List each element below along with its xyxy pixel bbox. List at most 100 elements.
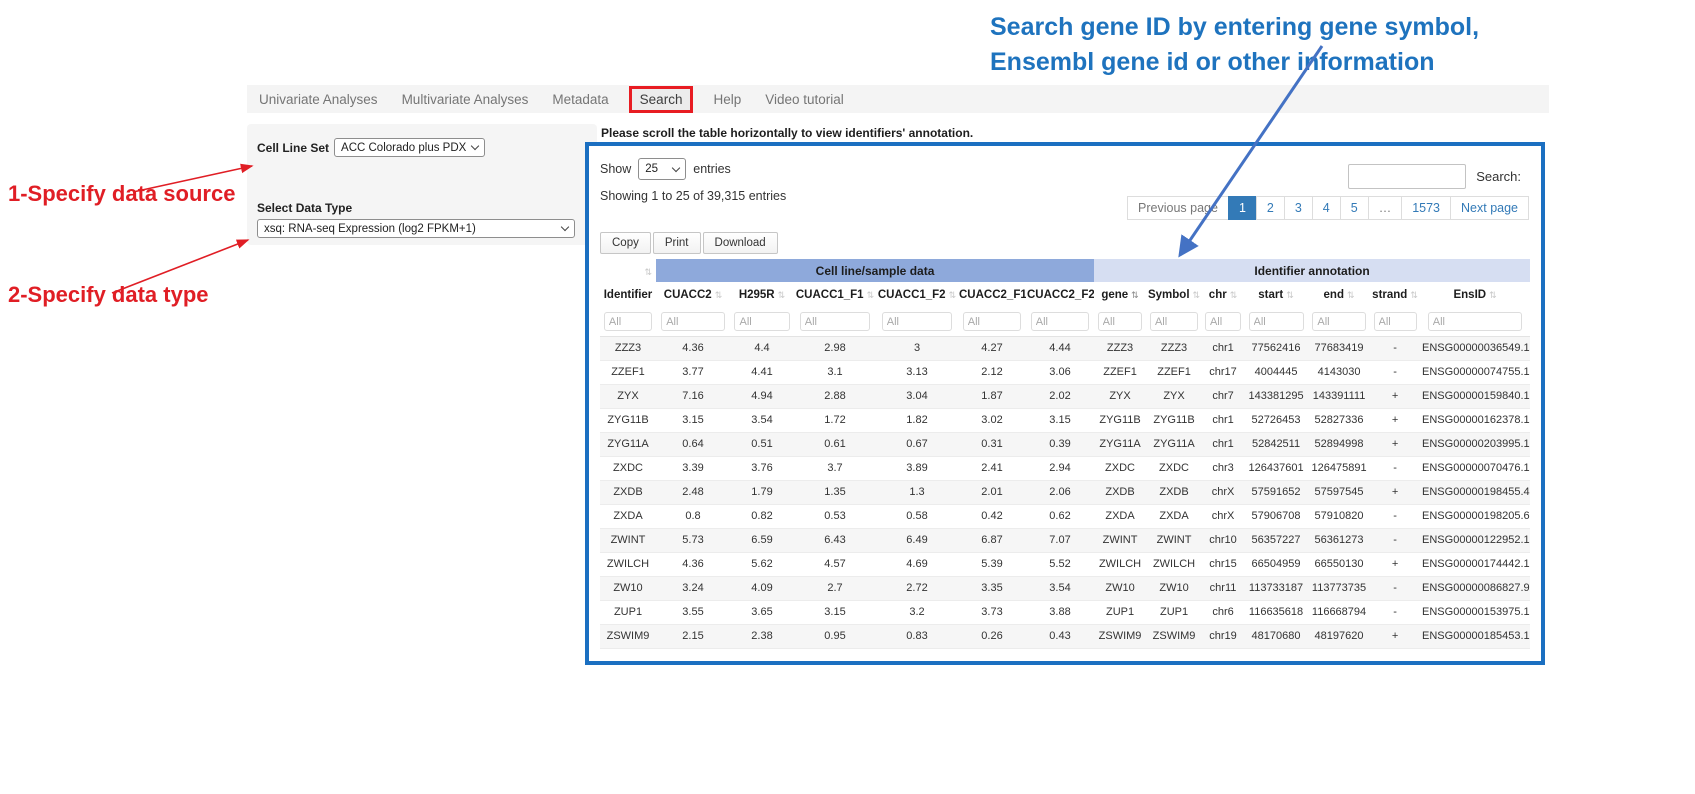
cell-ensid: ENSG00000198205.6 (1420, 504, 1530, 528)
download-button[interactable]: Download (703, 232, 778, 254)
annotation-search-note-line1: Search gene ID by entering gene symbol, (990, 10, 1479, 45)
cell-cuacc2: 3.24 (656, 576, 730, 600)
page-button-1573[interactable]: 1573 (1401, 196, 1451, 220)
table-row: ZUP13.553.653.153.23.733.88ZUP1ZUP1chr61… (600, 600, 1530, 624)
cell-identifier: ZXDB (600, 480, 656, 504)
cell-cuacc1-f2: 0.58 (876, 504, 958, 528)
cell-cuacc2: 0.64 (656, 432, 730, 456)
cell-ensid: ENSG00000070476.15 (1420, 456, 1530, 480)
column-header-end[interactable]: end⇅ (1308, 282, 1370, 307)
column-label: chr (1209, 289, 1227, 301)
column-label: end (1324, 289, 1344, 301)
cell-identifier: ZWINT (600, 528, 656, 552)
column-header-h295r[interactable]: H295R⇅ (730, 282, 794, 307)
cell-cuacc2-f1: 5.39 (958, 552, 1026, 576)
page-button-1[interactable]: 1 (1228, 196, 1257, 220)
column-header-identifier[interactable]: Identifier (600, 282, 656, 307)
page-size-select[interactable]: 25 (638, 158, 686, 180)
cell-cuacc2-f1: 3.35 (958, 576, 1026, 600)
filter-input-cuacc1-f2[interactable] (882, 312, 953, 331)
cell-chr: chr6 (1202, 600, 1244, 624)
search-input[interactable] (1348, 164, 1466, 189)
sort-icon: ⇅ (867, 290, 875, 300)
nav-item-metadata[interactable]: Metadata (552, 92, 608, 107)
page-button-4[interactable]: 4 (1312, 196, 1341, 220)
sort-icon: ⇅ (1410, 290, 1418, 300)
sort-icon: ⇅ (1489, 290, 1497, 300)
cell-chr: chr1 (1202, 432, 1244, 456)
search-label: Search: (1476, 169, 1521, 184)
cell-end: 48197620 (1308, 624, 1370, 648)
print-button[interactable]: Print (653, 232, 701, 254)
nav-item-univariate-analyses[interactable]: Univariate Analyses (259, 92, 378, 107)
filter-input-strand[interactable] (1374, 312, 1417, 331)
page-button-3[interactable]: 3 (1284, 196, 1313, 220)
cell-ensid: ENSG00000185453.13 (1420, 624, 1530, 648)
cell-line-set-select[interactable]: ACC Colorado plus PDX (334, 138, 485, 157)
filter-input-end[interactable] (1312, 312, 1365, 331)
cell-start: 77562416 (1244, 336, 1308, 360)
next-page-button[interactable]: Next page (1450, 196, 1529, 220)
cell-ensid: ENSG00000086827.9 (1420, 576, 1530, 600)
column-header-gene[interactable]: gene⇅ (1094, 282, 1146, 307)
nav-item-help[interactable]: Help (713, 92, 741, 107)
previous-page-button[interactable]: Previous page (1127, 196, 1229, 220)
column-header-start[interactable]: start⇅ (1244, 282, 1308, 307)
filter-cell-symbol (1146, 307, 1202, 336)
filter-input-start[interactable] (1249, 312, 1304, 331)
cell-ensid: ENSG00000122952.17 (1420, 528, 1530, 552)
column-label: gene (1101, 289, 1128, 301)
cell-cuacc1-f2: 2.72 (876, 576, 958, 600)
column-header-cuacc1-f2[interactable]: CUACC1_F2⇅ (876, 282, 958, 307)
filter-input-chr[interactable] (1205, 312, 1241, 331)
cell-cuacc1-f1: 1.72 (794, 408, 876, 432)
filter-input-symbol[interactable] (1150, 312, 1198, 331)
copy-button[interactable]: Copy (600, 232, 651, 254)
page-button-5[interactable]: 5 (1340, 196, 1369, 220)
filter-input-cuacc2-f1[interactable] (963, 312, 1021, 331)
cell-cuacc2: 4.36 (656, 336, 730, 360)
cell-gene: ZZZ3 (1094, 336, 1146, 360)
column-header-cuacc1-f1[interactable]: CUACC1_F1⇅ (794, 282, 876, 307)
column-label: CUACC2 (664, 289, 712, 301)
filter-input-gene[interactable] (1098, 312, 1143, 331)
cell-end: 56361273 (1308, 528, 1370, 552)
table-row: ZYX7.164.942.883.041.872.02ZYXZYXchr7143… (600, 384, 1530, 408)
column-header-cuacc2-f2[interactable]: CUACC2_F2⇅ (1026, 282, 1094, 307)
column-header-cuacc2[interactable]: CUACC2⇅ (656, 282, 730, 307)
cell-cuacc2-f1: 0.26 (958, 624, 1026, 648)
cell-ensid: ENSG00000159840.16 (1420, 384, 1530, 408)
column-header-cuacc2-f1[interactable]: CUACC2_F1⇅ (958, 282, 1026, 307)
sort-icon: ⇅ (1193, 290, 1201, 300)
filter-input-h295r[interactable] (734, 312, 789, 331)
chevron-down-icon (672, 163, 680, 171)
filter-input-identifier[interactable] (604, 312, 652, 331)
table-row: ZZEF13.774.413.13.132.123.06ZZEF1ZZEF1ch… (600, 360, 1530, 384)
column-header-chr[interactable]: chr⇅ (1202, 282, 1244, 307)
nav-item-multivariate-analyses[interactable]: Multivariate Analyses (402, 92, 529, 107)
page-button-2[interactable]: 2 (1256, 196, 1285, 220)
cell-cuacc2-f2: 5.52 (1026, 552, 1094, 576)
cell-start: 143381295 (1244, 384, 1308, 408)
column-header-strand[interactable]: strand⇅ (1370, 282, 1420, 307)
column-header-ensid[interactable]: EnsID⇅ (1420, 282, 1530, 307)
filter-cell-gene (1094, 307, 1146, 336)
cell-chr: chrX (1202, 480, 1244, 504)
annotation-step1: 1-Specify data source (8, 181, 235, 207)
filter-input-cuacc1-f1[interactable] (800, 312, 871, 331)
table-row: ZWILCH4.365.624.574.695.395.52ZWILCHZWIL… (600, 552, 1530, 576)
filter-input-cuacc2-f2[interactable] (1031, 312, 1090, 331)
cell-cuacc1-f1: 1.35 (794, 480, 876, 504)
cell-identifier: ZYX (600, 384, 656, 408)
nav-item-video-tutorial[interactable]: Video tutorial (765, 92, 844, 107)
filter-input-cuacc2[interactable] (661, 312, 725, 331)
cell-gene: ZXDC (1094, 456, 1146, 480)
column-header-symbol[interactable]: Symbol⇅ (1146, 282, 1202, 307)
filter-input-ensid[interactable] (1428, 312, 1523, 331)
identifier-sort-corner[interactable]: ⇅ (600, 259, 656, 282)
cell-ensid: ENSG00000198455.4 (1420, 480, 1530, 504)
data-type-select[interactable]: xsq: RNA-seq Expression (log2 FPKM+1) (257, 219, 575, 238)
cell-strand: - (1370, 600, 1420, 624)
nav-item-search[interactable]: Search (629, 86, 694, 113)
table-row: ZYG11A0.640.510.610.670.310.39ZYG11AZYG1… (600, 432, 1530, 456)
